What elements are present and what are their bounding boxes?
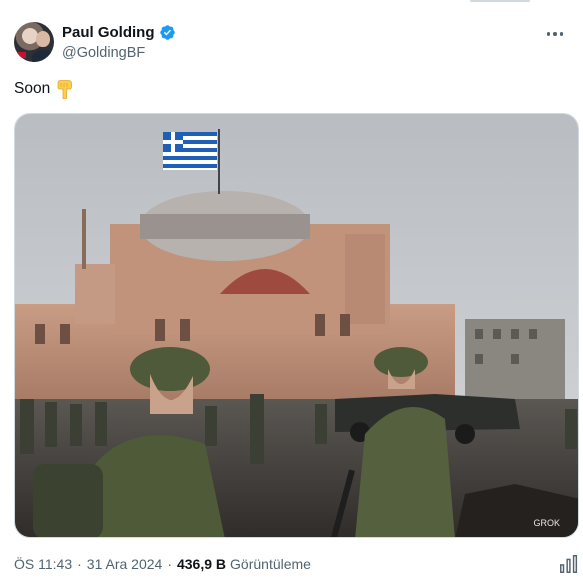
avatar-shoulders — [32, 50, 54, 62]
verified-badge-icon — [159, 25, 175, 40]
tweet-time[interactable]: ÖS 11:43 — [14, 556, 72, 572]
meta-separator: · — [167, 556, 172, 572]
more-dot — [559, 32, 564, 36]
author-display-name[interactable]: Paul Golding — [62, 24, 155, 41]
avatar-badge — [18, 52, 26, 58]
tweet-meta: ÖS 11:43 · 31 Ara 2024 · 436,9 B Görüntü… — [14, 556, 311, 572]
views-count: 436,9 B — [176, 556, 227, 572]
pointing-down-hand-icon — [57, 80, 73, 99]
tweet-text: Soon — [14, 79, 74, 99]
tweet-text-content: Soon — [14, 80, 51, 97]
image-watermark: GROK — [533, 518, 560, 528]
views-label: Görüntüleme — [230, 556, 311, 572]
avatar-face — [36, 31, 50, 47]
more-options-icon[interactable] — [540, 24, 570, 44]
tweet-image[interactable]: GROK — [14, 113, 579, 538]
more-dot — [546, 32, 551, 36]
top-divider — [470, 0, 530, 2]
tweet-date[interactable]: 31 Ara 2024 — [87, 556, 163, 572]
more-dot — [553, 32, 557, 36]
author-name-row[interactable]: Paul Golding — [62, 24, 176, 41]
author-handle[interactable]: @GoldingBF — [62, 45, 145, 61]
avatar[interactable] — [14, 22, 54, 62]
meta-separator: · — [77, 556, 82, 572]
analytics-icon[interactable] — [558, 553, 580, 575]
generated-image-scene: GROK — [15, 114, 578, 537]
